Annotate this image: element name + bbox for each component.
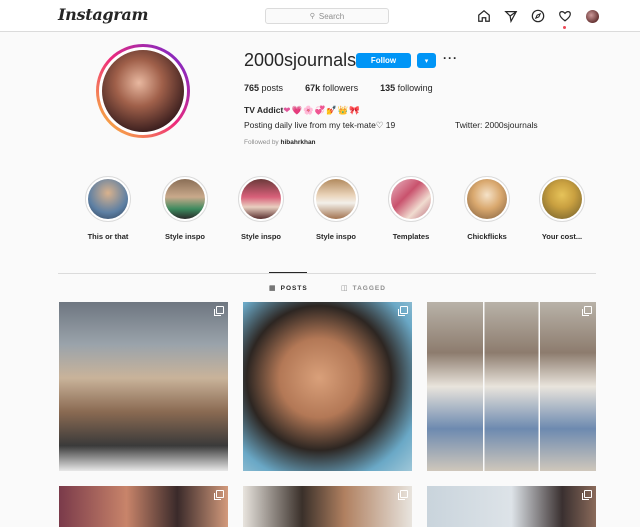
story-highlights: This or that Style inspo Style inspo Sty… [0,176,640,246]
highlight-label: Your cost... [541,232,583,241]
post-tile[interactable] [59,486,228,527]
carousel-icon [214,306,224,316]
search-icon: ⚲ [309,13,315,20]
stat-followers[interactable]: 67k followers [305,83,358,93]
activity-heart-icon[interactable] [557,8,573,24]
search-input[interactable]: ⚲ Search [265,8,389,24]
follow-button[interactable]: Follow [356,53,411,68]
highlight-item[interactable]: Your cost... [524,176,600,241]
highlight-label: Chickflicks [467,232,507,241]
highlight-thumbnail [241,179,281,219]
top-nav: Instagram ⚲ Search [0,0,640,32]
highlight-label: Style inspo [164,232,205,241]
highlight-label: This or that [87,232,129,241]
highlight-thumbnail [165,179,205,219]
avatar [585,9,599,23]
highlight-item[interactable]: This or that [70,176,146,241]
post-tile[interactable] [427,486,596,527]
highlight-label: Templates [392,232,430,241]
profile-avatar-ring[interactable] [96,44,190,138]
profile-stats: 765 posts 67k followers 135 following [244,83,455,93]
highlight-thumbnail [467,179,507,219]
highlight-thumbnail [88,179,128,219]
profile-picture [99,47,187,135]
highlight-label: Style inspo [315,232,356,241]
carousel-icon [398,490,408,500]
tab-posts[interactable]: ▦ POSTS [269,284,308,293]
carousel-icon [582,490,592,500]
direct-icon[interactable] [503,8,519,24]
search-placeholder: Search [318,11,345,21]
bio-twitter: Twitter: 2000sjournals [455,120,538,130]
bio-name: TV Addict❤💗🌸💞💅👑🎀 [244,105,361,115]
highlight-thumbnail [391,179,431,219]
tab-active-indicator [269,272,307,273]
notification-dot [563,26,566,29]
home-icon[interactable] [476,8,492,24]
instagram-logo[interactable]: Instagram [58,5,148,24]
profile-avatar[interactable] [584,8,600,24]
bio-text: Posting daily live from my tek-mate♡ 19 [244,120,396,130]
post-tile[interactable] [243,302,412,471]
carousel-icon [214,490,224,500]
explore-icon[interactable] [530,8,546,24]
highlight-item[interactable]: Style inspo [298,176,374,241]
more-options-button[interactable]: ··· [443,51,458,65]
highlight-item[interactable]: Chickflicks [449,176,525,241]
tagged-icon: ◫ [341,285,349,292]
stat-following[interactable]: 135 following [380,83,433,93]
carousel-icon [398,306,408,316]
highlight-thumbnail [542,179,582,219]
highlight-thumbnail [316,179,356,219]
nav-icons [476,8,600,24]
post-tile[interactable] [59,302,228,471]
suggested-dropdown-button[interactable]: ▾ [417,53,436,68]
post-tile[interactable] [427,302,596,471]
tab-tagged[interactable]: ◫ TAGGED [341,284,386,293]
carousel-icon [582,306,592,316]
highlight-item[interactable]: Style inspo [223,176,299,241]
highlight-item[interactable]: Templates [373,176,449,241]
highlight-label: Style inspo [240,232,281,241]
bio-emojis: ❤💗🌸💞💅👑🎀 [283,105,361,115]
followed-by[interactable]: Followed by hibahrkhan [244,139,316,146]
highlight-item[interactable]: Style inspo [147,176,223,241]
tab-divider [58,273,596,274]
profile-username: 2000sjournals [244,50,357,70]
grid-icon: ▦ [269,285,277,292]
post-tile[interactable] [243,486,412,527]
stat-posts: 765 posts [244,83,284,93]
